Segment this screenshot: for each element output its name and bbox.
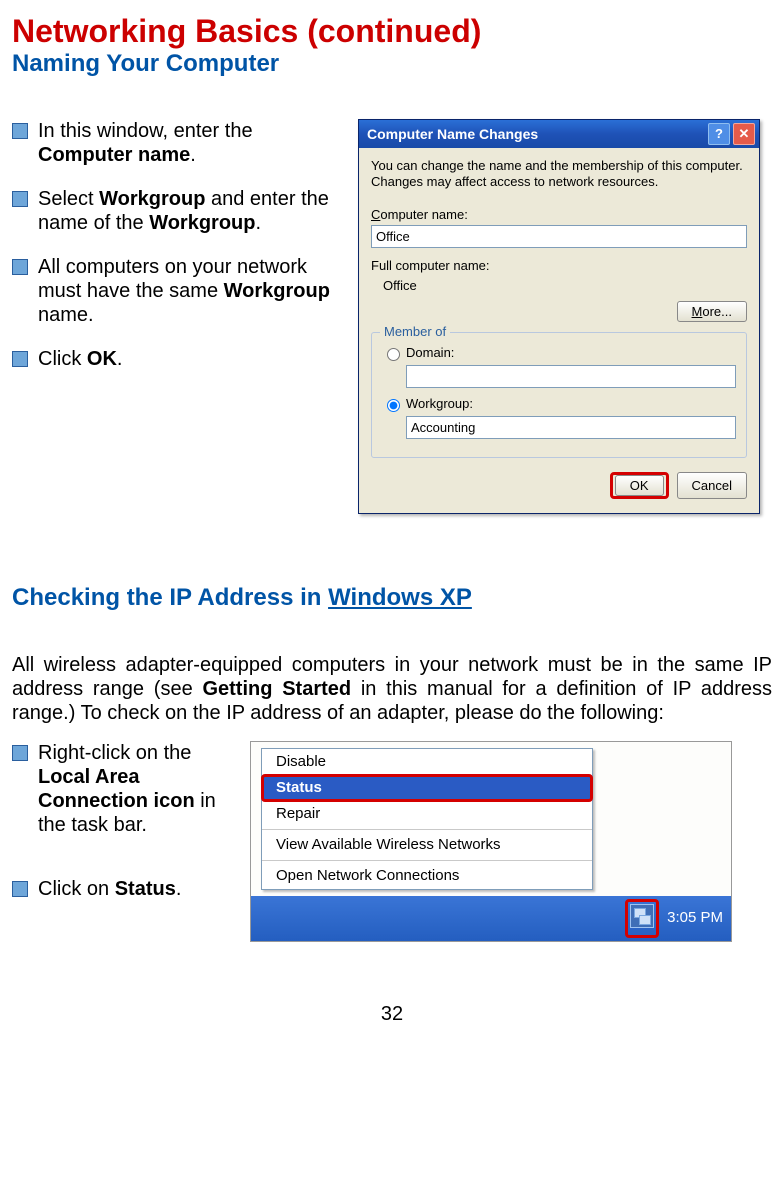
page-subtitle: Naming Your Computer: [12, 50, 772, 79]
help-button[interactable]: ?: [708, 123, 730, 145]
more-button[interactable]: MMore...ore...: [677, 301, 747, 322]
menu-separator: [262, 829, 592, 830]
bullet-text: All computers on your network must have …: [38, 255, 352, 327]
context-menu-item-repair[interactable]: Repair: [262, 801, 592, 827]
bullet-icon: [12, 351, 28, 367]
domain-radio[interactable]: [387, 348, 400, 361]
cancel-button[interactable]: Cancel: [677, 472, 747, 499]
taskbar-clock: 3:05 PM: [667, 909, 723, 927]
list-item: Click on Status.: [12, 877, 242, 901]
workgroup-label: Workgroup:: [406, 396, 473, 412]
computer-name-changes-dialog: Computer Name Changes ? ✕ You can change…: [358, 119, 760, 514]
page-number: 32: [12, 1002, 772, 1026]
ok-button[interactable]: OK: [615, 475, 664, 496]
list-item: Select Workgroup and enter the name of t…: [12, 187, 352, 235]
taskbar: 3:05 PM: [251, 896, 731, 941]
page-title: Networking Basics (continued): [12, 12, 772, 50]
context-menu-illustration: Disable Status Repair View Available Wir…: [250, 741, 732, 942]
section-paragraph: All wireless adapter-equipped computers …: [12, 653, 772, 725]
network-tray-icon[interactable]: [630, 904, 654, 928]
dialog-description: You can change the name and the membersh…: [371, 158, 747, 189]
computer-name-label: Computer name:: [371, 207, 747, 223]
list-item: In this window, enter the Computer name.: [12, 119, 352, 167]
workgroup-radio[interactable]: [387, 399, 400, 412]
workgroup-input[interactable]: [406, 416, 736, 439]
bullet-icon: [12, 259, 28, 275]
full-computer-name-label: Full computer name:: [371, 258, 747, 274]
bullet-text: Click on Status.: [38, 877, 181, 901]
context-menu-item-status[interactable]: Status: [262, 775, 592, 801]
list-item: All computers on your network must have …: [12, 255, 352, 327]
domain-label: Domain:: [406, 345, 454, 361]
context-menu: Disable Status Repair View Available Wir…: [261, 748, 593, 890]
bullet-text: Right-click on the Local Area Connection…: [38, 741, 242, 837]
full-computer-name-value: Office: [371, 276, 747, 294]
network-icon-highlight: [625, 899, 659, 938]
list-item: Right-click on the Local Area Connection…: [12, 741, 242, 837]
bullet-text: Select Workgroup and enter the name of t…: [38, 187, 352, 235]
context-menu-item-disable[interactable]: Disable: [262, 749, 592, 775]
bullet-icon: [12, 745, 28, 761]
menu-separator: [262, 860, 592, 861]
close-button[interactable]: ✕: [733, 123, 755, 145]
computer-name-input[interactable]: [371, 225, 747, 248]
context-menu-item-open-connections[interactable]: Open Network Connections: [262, 863, 592, 889]
context-menu-item-view-networks[interactable]: View Available Wireless Networks: [262, 832, 592, 858]
domain-input[interactable]: [406, 365, 736, 388]
member-of-caption: Member of: [380, 324, 450, 340]
list-item: Click OK.: [12, 347, 352, 371]
ok-highlight: OK: [610, 472, 669, 499]
bullet-icon: [12, 123, 28, 139]
bullet-icon: [12, 881, 28, 897]
bullet-icon: [12, 191, 28, 207]
dialog-title: Computer Name Changes: [363, 126, 705, 143]
bullet-text: In this window, enter the Computer name.: [38, 119, 352, 167]
bullet-text: Click OK.: [38, 347, 122, 371]
dialog-titlebar[interactable]: Computer Name Changes ? ✕: [359, 120, 759, 148]
section-title: Checking the IP Address in Windows XP: [12, 584, 772, 613]
member-of-group: Member of Domain: Workgroup:: [371, 332, 747, 458]
